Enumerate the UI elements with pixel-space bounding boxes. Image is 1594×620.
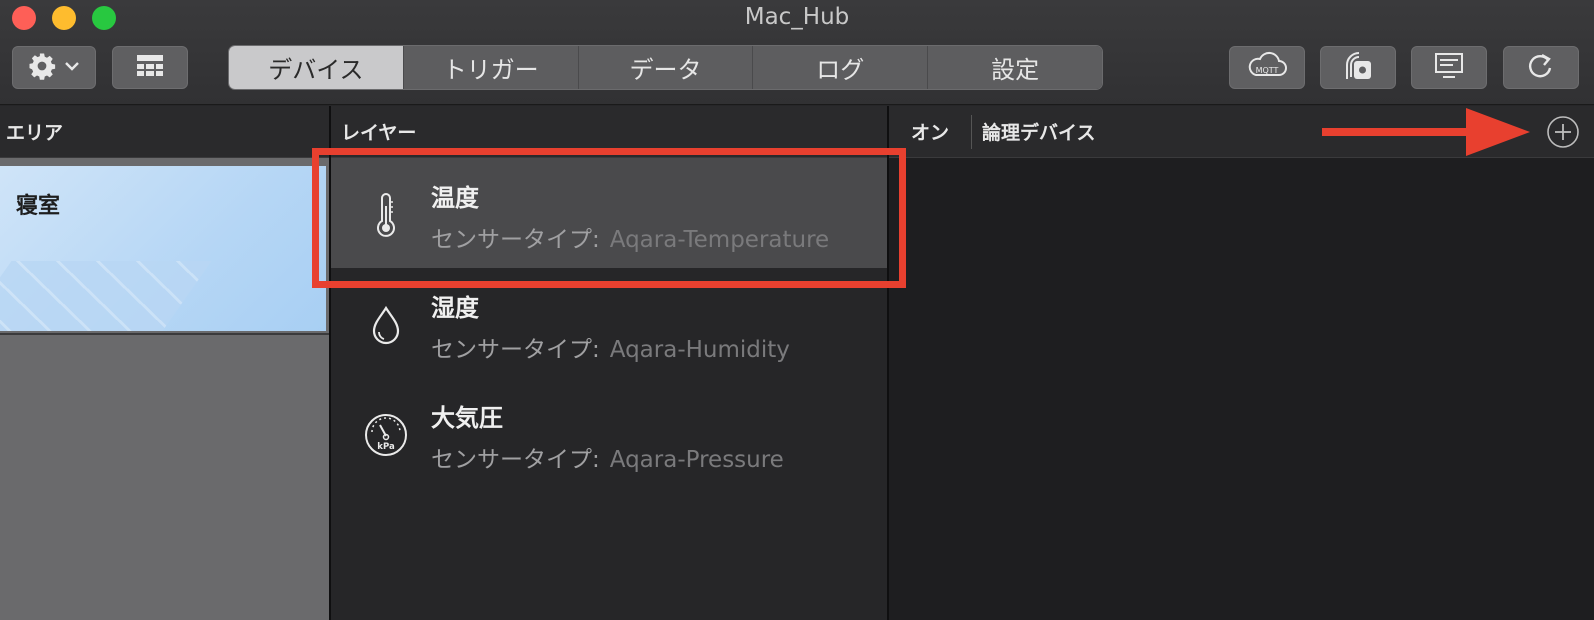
svg-text:MQTT: MQTT	[1256, 66, 1279, 75]
title-toolbar: Mac_Hub デバイス トリガー データ ログ 設定 MQTT	[0, 0, 1594, 105]
column-divider[interactable]	[887, 106, 889, 620]
sensor-type-label: センサータイプ:	[431, 337, 600, 363]
area-column-header: エリア	[0, 106, 329, 158]
area-item-bedroom[interactable]: 寝室	[0, 166, 326, 331]
tab-devices[interactable]: デバイス	[229, 46, 404, 89]
chevron-down-icon	[63, 57, 81, 79]
tab-settings[interactable]: 設定	[928, 46, 1102, 89]
area-floor-image	[0, 261, 212, 331]
svg-text:kPa: kPa	[377, 442, 395, 452]
layer-list: 温度 センサータイプ: Aqara-Temperature 湿度 センサータイプ:…	[331, 158, 887, 620]
annotation-arrow-shaft	[1322, 128, 1472, 136]
tab-triggers[interactable]: トリガー	[403, 46, 579, 89]
refresh-button[interactable]	[1503, 46, 1579, 89]
layer-item-humidity[interactable]: 湿度 センサータイプ: Aqara-Humidity	[331, 268, 887, 378]
logical-device-header-label: 論理デバイス	[982, 122, 1096, 144]
broadcast-icon	[1341, 49, 1375, 87]
dashboard-layout-button[interactable]	[112, 46, 188, 89]
area-name: 寝室	[16, 194, 61, 219]
thermometer-icon	[363, 190, 409, 240]
main-tab-bar: デバイス トリガー データ ログ 設定	[228, 45, 1103, 90]
layer-sensor-type: センサータイプ: Aqara-Humidity	[431, 330, 790, 364]
sensor-type-value: Aqara-Humidity	[609, 337, 790, 363]
window-title: Mac_Hub	[744, 4, 850, 30]
area-divider	[0, 333, 329, 335]
layout-grid-icon	[135, 53, 165, 83]
plus-circle-icon	[1547, 116, 1579, 148]
droplet-icon	[363, 300, 409, 350]
column-divider[interactable]	[329, 106, 331, 620]
display-button[interactable]	[1411, 46, 1487, 89]
sensor-type-label: センサータイプ:	[431, 447, 600, 473]
layer-name: 温度	[431, 184, 479, 212]
tab-log[interactable]: ログ	[753, 46, 929, 89]
sensor-type-value: Aqara-Pressure	[609, 447, 784, 473]
app-window: Mac_Hub デバイス トリガー データ ログ 設定 MQTT エリア レイヤ…	[0, 0, 1594, 620]
layer-item-temperature[interactable]: 温度 センサータイプ: Aqara-Temperature	[331, 158, 887, 268]
settings-menu-button[interactable]	[12, 46, 96, 89]
annotation-arrow-head	[1466, 108, 1530, 156]
tab-data[interactable]: データ	[578, 46, 754, 89]
header-divider	[971, 114, 973, 149]
mqtt-cloud-icon: MQTT	[1246, 51, 1288, 85]
area-list: 寝室	[0, 158, 329, 620]
layer-header-label: レイヤー	[341, 122, 417, 144]
layer-item-pressure[interactable]: kPa 大気圧 センサータイプ: Aqara-Pressure	[331, 378, 887, 488]
area-header-label: エリア	[6, 122, 64, 144]
broadcast-button[interactable]	[1320, 46, 1396, 89]
add-logical-device-button[interactable]	[1546, 115, 1580, 154]
layer-name: 湿度	[431, 294, 479, 322]
sensor-type-label: センサータイプ:	[431, 227, 600, 253]
layer-name: 大気圧	[431, 404, 503, 432]
display-icon	[1433, 51, 1465, 85]
on-header-label: オン	[911, 122, 950, 144]
layer-sensor-type: センサータイプ: Aqara-Pressure	[431, 440, 784, 474]
logical-device-list	[889, 158, 1594, 620]
pressure-gauge-icon: kPa	[363, 410, 409, 460]
layer-sensor-type: センサータイプ: Aqara-Temperature	[431, 220, 829, 254]
mqtt-button[interactable]: MQTT	[1229, 46, 1305, 89]
refresh-icon	[1526, 51, 1556, 85]
sensor-type-value: Aqara-Temperature	[609, 227, 830, 253]
gear-icon	[27, 51, 57, 85]
layer-column-header: レイヤー	[331, 106, 887, 158]
